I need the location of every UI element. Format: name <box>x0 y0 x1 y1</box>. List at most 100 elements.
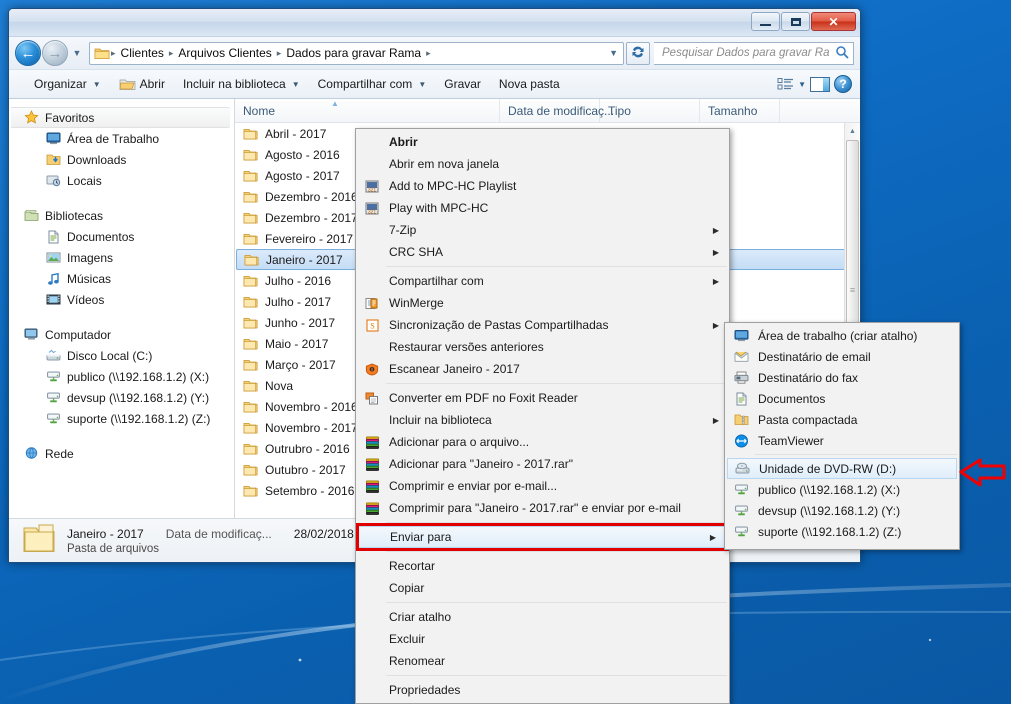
context-menu-item[interactable]: 321 Add to MPC-HC Playlist <box>356 175 729 197</box>
context-menu-item[interactable]: Converter em PDF no Foxit Reader <box>356 387 729 409</box>
send-to-item[interactable]: Destinatário de email <box>725 346 959 367</box>
sidebar-group-rede[interactable]: Rede <box>9 443 234 464</box>
breadcrumb-item-1[interactable]: Arquivos Clientes <box>174 44 275 62</box>
sidebar-item-documentos[interactable]: Documentos <box>9 226 234 247</box>
context-menu-item[interactable]: Excluir <box>356 628 729 650</box>
column-header-tipo[interactable]: Tipo <box>600 99 700 122</box>
send-to-item[interactable]: TeamViewer <box>725 430 959 451</box>
context-menu[interactable]: Abrir Abrir em nova janela 321 Add to MPC-H… <box>355 128 730 704</box>
send-to-submenu[interactable]: Área de trabalho (criar atalho) Destinatá… <box>724 322 960 550</box>
context-menu-item[interactable]: Escanear Janeiro - 2017 <box>356 358 729 380</box>
file-name-cell: Nova <box>265 378 294 393</box>
search-input[interactable] <box>660 46 831 60</box>
sidebar-group-favoritos[interactable]: Favoritos <box>9 107 230 128</box>
back-button[interactable]: ← <box>15 40 41 66</box>
sidebar-item-publico-x[interactable]: publico (\\192.168.1.2) (X:) <box>9 366 234 387</box>
navigation-pane[interactable]: Favoritos Área de Trabalho Downloads Loc… <box>9 99 235 518</box>
context-menu-item[interactable]: Enviar para ▶ <box>356 523 729 551</box>
menu-separator <box>386 383 727 384</box>
toolbar-incluir-na-biblioteca-button[interactable]: Incluir na biblioteca ▼ <box>174 72 309 96</box>
scroll-up-arrow-icon[interactable]: ▲ <box>845 123 860 139</box>
mail-icon <box>728 350 754 363</box>
send-to-item-label: Pasta compactada <box>758 412 858 427</box>
context-menu-item[interactable]: Comprimir para "Janeiro - 2017.rar" e en… <box>356 497 729 519</box>
forward-button[interactable]: → <box>42 40 68 66</box>
send-to-item[interactable]: Destinatário do fax <box>725 367 959 388</box>
context-menu-item[interactable]: Criar atalho <box>356 606 729 628</box>
sidebar-item-videos[interactable]: Vídeos <box>9 289 234 310</box>
address-bar[interactable]: ▸ Clientes ▸ Arquivos Clientes ▸ Dados p… <box>89 41 624 65</box>
toolbar-nova-pasta-button[interactable]: Nova pasta <box>490 72 569 96</box>
help-icon: ? <box>839 77 847 91</box>
context-menu-item-label: Abrir <box>389 135 418 149</box>
file-name-cell: Dezembro - 2016 <box>265 189 358 204</box>
toolbar-organizar-button[interactable]: Organizar ▼ <box>25 72 110 96</box>
sidebar-group-computador[interactable]: Computador <box>9 324 234 345</box>
address-bar-row: ← → ▼ ▸ Clientes ▸ Arquivos Clientes ▸ D… <box>9 37 860 69</box>
context-menu-item[interactable]: S Sincronização de Pastas Compartilhadas ▶ <box>356 314 729 336</box>
column-header-tamanho[interactable]: Tamanho <box>700 99 780 122</box>
context-menu-item[interactable]: Adicionar para o arquivo... <box>356 431 729 453</box>
address-dropdown-icon[interactable]: ▼ <box>609 48 621 58</box>
context-menu-item[interactable]: CRC SHA ▶ <box>356 241 729 263</box>
search-box[interactable] <box>654 41 854 65</box>
context-menu-item[interactable]: Propriedades <box>356 679 729 701</box>
breadcrumb-item-2[interactable]: Dados para gravar Rama <box>282 44 425 62</box>
context-menu-item[interactable]: 321 Play with MPC-HC <box>356 197 729 219</box>
window-controls: ✕ <box>751 12 856 31</box>
toolbar-abrir-button[interactable]: Abrir <box>110 72 174 96</box>
column-header-nome[interactable]: Nome <box>235 99 500 122</box>
close-button[interactable]: ✕ <box>811 12 856 31</box>
sidebar-item-imagens[interactable]: Imagens <box>9 247 234 268</box>
context-menu-item[interactable]: 7-Zip ▶ <box>356 219 729 241</box>
context-menu-item[interactable]: Abrir em nova janela <box>356 153 729 175</box>
sidebar-group-bibliotecas[interactable]: Bibliotecas <box>9 205 234 226</box>
title-bar[interactable]: ✕ <box>9 9 860 37</box>
send-to-item[interactable]: devsup (\\192.168.1.2) (Y:) <box>725 500 959 521</box>
chevron-down-icon[interactable]: ▼ <box>798 80 806 89</box>
context-menu-item[interactable]: Renomear <box>356 650 729 672</box>
refresh-button[interactable] <box>626 41 650 65</box>
sidebar-item-downloads[interactable]: Downloads <box>9 149 234 170</box>
recent-pages-button[interactable]: ▼ <box>69 48 85 58</box>
send-to-item[interactable]: suporte (\\192.168.1.2) (Z:) <box>725 521 959 542</box>
column-header-data-modificacao[interactable]: Data de modificaç... <box>500 99 614 122</box>
minimize-button[interactable] <box>751 12 780 31</box>
submenu-arrow-icon: ▶ <box>709 532 716 542</box>
sidebar-item-devsup-y[interactable]: devsup (\\192.168.1.2) (Y:) <box>9 387 234 408</box>
sidebar-item-disco-local-c[interactable]: Disco Local (C:) <box>9 345 234 366</box>
sidebar-item-label: Área de Trabalho <box>67 131 160 146</box>
file-name-cell: Março - 2017 <box>265 357 336 372</box>
view-mode-icon[interactable] <box>777 77 794 91</box>
help-button[interactable]: ? <box>834 75 852 93</box>
send-to-item[interactable]: Área de trabalho (criar atalho) <box>725 325 959 346</box>
context-menu-item[interactable]: Recortar <box>356 555 729 577</box>
sidebar-item-suporte-z[interactable]: suporte (\\192.168.1.2) (Z:) <box>9 408 234 429</box>
context-menu-item[interactable]: WinMerge <box>356 292 729 314</box>
context-menu-item[interactable]: Comprimir e enviar por e-mail... <box>356 475 729 497</box>
context-menu-item[interactable]: Abrir <box>356 131 729 153</box>
context-menu-item[interactable]: Adicionar para "Janeiro - 2017.rar" <box>356 453 729 475</box>
toolbar-gravar-button[interactable]: Gravar <box>435 72 490 96</box>
pane-left <box>811 77 823 91</box>
context-menu-item[interactable]: Restaurar versões anteriores <box>356 336 729 358</box>
send-to-item[interactable]: Unidade de DVD-RW (D:) <box>727 458 957 479</box>
sidebar-item-locais[interactable]: Locais <box>9 170 234 191</box>
breadcrumb-item-0[interactable]: Clientes <box>117 44 168 62</box>
context-menu-item-label: Renomear <box>389 654 446 668</box>
context-menu-item[interactable]: Compartilhar com ▶ <box>356 270 729 292</box>
details-line-1: Janeiro - 2017 Data de modificaç... 28/0… <box>67 527 354 541</box>
sidebar-item-area-de-trabalho[interactable]: Área de Trabalho <box>9 128 234 149</box>
file-name-cell: Outrubro - 2016 <box>265 441 350 456</box>
desktop-icon <box>43 132 63 145</box>
send-to-item[interactable]: Pasta compactada <box>725 409 959 430</box>
preview-pane-icon[interactable] <box>810 76 830 92</box>
send-to-item[interactable]: publico (\\192.168.1.2) (X:) <box>725 479 959 500</box>
context-menu-item[interactable]: Copiar <box>356 577 729 599</box>
folder-icon <box>244 253 260 267</box>
sidebar-item-musicas[interactable]: Músicas <box>9 268 234 289</box>
send-to-item[interactable]: Documentos <box>725 388 959 409</box>
context-menu-item[interactable]: Incluir na biblioteca ▶ <box>356 409 729 431</box>
maximize-button[interactable] <box>781 12 810 31</box>
toolbar-compartilhar-com-button[interactable]: Compartilhar com ▼ <box>309 72 436 96</box>
